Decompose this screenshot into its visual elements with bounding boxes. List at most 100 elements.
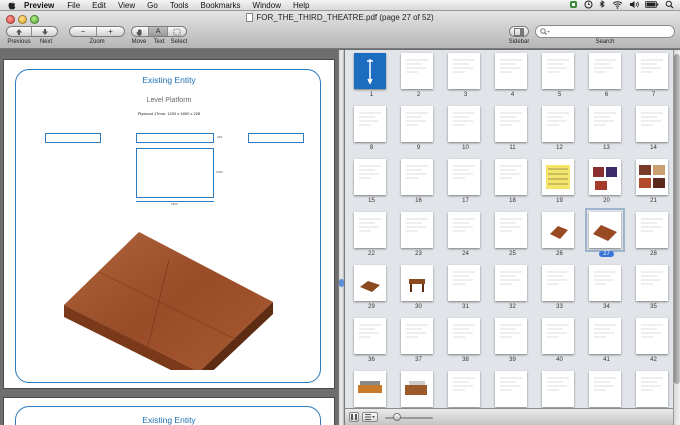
menu-bookmarks[interactable]: Bookmarks [201,0,241,11]
page-thumbnail[interactable]: 35 [630,265,673,318]
thumbnail-image [401,318,433,354]
page-thumbnail[interactable]: 29 [348,265,395,318]
page-thumbnail[interactable]: 2 [395,53,442,106]
page-thumbnail[interactable]: 28 [630,212,673,265]
page-thumbnail[interactable]: 18 [489,159,536,212]
thumbnail-image [589,106,621,142]
scrollbar-knob[interactable] [674,54,680,384]
menu-edit[interactable]: Edit [92,0,106,11]
thumbnail-page-number: 11 [509,145,516,151]
page-thumbnail[interactable]: 20 [583,159,630,212]
page-thumbnail[interactable]: 30 [395,265,442,318]
page-thumbnail[interactable]: 17 [442,159,489,212]
spotlight-icon[interactable] [665,0,674,12]
apple-menu-icon[interactable] [7,1,16,10]
page-thumbnail[interactable]: 6 [583,53,630,106]
select-tool-button[interactable] [168,27,186,36]
page-thumbnail[interactable]: 26 [536,212,583,265]
page-thumbnail[interactable]: 32 [489,265,536,318]
page-thumbnail[interactable]: 49 [630,371,673,408]
page-thumbnail[interactable]: 45 [442,371,489,408]
thumbnail-page-number: 25 [509,251,516,257]
thumbnail-page-number: 31 [462,304,469,310]
menu-tools[interactable]: Tools [170,0,189,11]
page-thumbnail[interactable]: 42 [630,318,673,371]
page-thumbnail[interactable]: 16 [395,159,442,212]
sync-icon[interactable] [569,0,578,12]
page-thumbnail[interactable]: 8 [348,106,395,159]
sidebar-actions-button[interactable] [362,412,378,422]
thumbnail-image [401,371,433,407]
thumbnail-image [589,265,621,301]
page-thumbnail[interactable]: 36 [348,318,395,371]
thumbnail-size-slider-knob[interactable] [393,413,401,421]
menu-app-name[interactable]: Preview [24,0,54,11]
page-thumbnail[interactable]: 7 [630,53,673,106]
zoom-out-icon: − [80,27,86,36]
page-thumbnail[interactable]: 4 [489,53,536,106]
page-thumbnail[interactable]: 47 [536,371,583,408]
sidebar-scrollbar[interactable] [673,50,680,425]
page-thumbnail[interactable]: 1 [348,53,395,106]
thumbnail-image [542,318,574,354]
page-thumbnail[interactable]: 44 [395,371,442,408]
page-thumbnail[interactable]: 43 [348,371,395,408]
page-thumbnail[interactable]: 48 [583,371,630,408]
move-tool-button[interactable] [132,27,150,36]
thumbnail-image [636,371,668,407]
page-thumbnail[interactable]: 31 [442,265,489,318]
document-proxy-icon[interactable] [246,13,254,22]
page-thumbnail[interactable]: 33 [536,265,583,318]
previous-page-button[interactable] [7,27,33,36]
page-thumbnail[interactable]: 24 [442,212,489,265]
page-thumbnail[interactable]: 34 [583,265,630,318]
next-page-button[interactable] [32,27,57,36]
menu-go[interactable]: Go [147,0,158,11]
menu-file[interactable]: File [67,0,80,11]
page-thumbnail[interactable]: 11 [489,106,536,159]
page-thumbnail[interactable]: 37 [395,318,442,371]
timemachine-icon[interactable] [584,0,593,12]
search-field[interactable] [535,25,675,38]
window-title-text: FOR_THE_THIRD_THEATRE.pdf (page 27 of 52… [256,13,434,22]
volume-icon[interactable] [629,0,639,12]
page-thumbnail[interactable]: 41 [583,318,630,371]
thumbnail-image [448,318,480,354]
sidebar-view-toggle-button[interactable] [349,412,359,422]
page-thumbnail[interactable]: 38 [442,318,489,371]
zoom-in-button[interactable]: + [97,27,124,36]
menu-view[interactable]: View [118,0,135,11]
elevation-right [248,133,304,143]
thumbnail-sidebar[interactable]: 1 2 3 4 5 6 7 8 9 10 11 12 13 14 15 16 17 18 19 20 21 22 23 24 2… [345,50,673,408]
page-thumbnail[interactable]: 21 [630,159,673,212]
menu-window[interactable]: Window [253,0,281,11]
page-thumbnail[interactable]: 10 [442,106,489,159]
sidebar-toggle-button[interactable] [510,27,528,36]
splitter-grip-icon[interactable] [339,279,344,287]
page-thumbnail[interactable]: 19 [536,159,583,212]
battery-icon[interactable] [645,0,659,12]
zoom-out-button[interactable]: − [70,27,98,36]
page-thumbnail[interactable]: 13 [583,106,630,159]
thumbnail-image [636,212,668,248]
page-thumbnail[interactable]: 27 [583,208,630,265]
page-thumbnail[interactable]: 22 [348,212,395,265]
page-thumbnail[interactable]: 46 [489,371,536,408]
thumbnail-page-number: 6 [604,92,609,98]
page-thumbnail[interactable]: 15 [348,159,395,212]
bluetooth-icon[interactable] [599,0,606,12]
page-thumbnail[interactable]: 14 [630,106,673,159]
page-thumbnail[interactable]: 3 [442,53,489,106]
pane-splitter[interactable] [338,50,345,425]
document-view[interactable]: Existing Entity Level Platform Plywood 1… [0,50,338,425]
page-thumbnail[interactable]: 5 [536,53,583,106]
wifi-icon[interactable] [612,0,623,12]
page-thumbnail[interactable]: 39 [489,318,536,371]
menu-help[interactable]: Help [293,0,309,11]
text-tool-button[interactable]: A [149,27,168,36]
page-thumbnail[interactable]: 40 [536,318,583,371]
page-thumbnail[interactable]: 12 [536,106,583,159]
page-thumbnail[interactable]: 9 [395,106,442,159]
page-thumbnail[interactable]: 25 [489,212,536,265]
page-thumbnail[interactable]: 23 [395,212,442,265]
